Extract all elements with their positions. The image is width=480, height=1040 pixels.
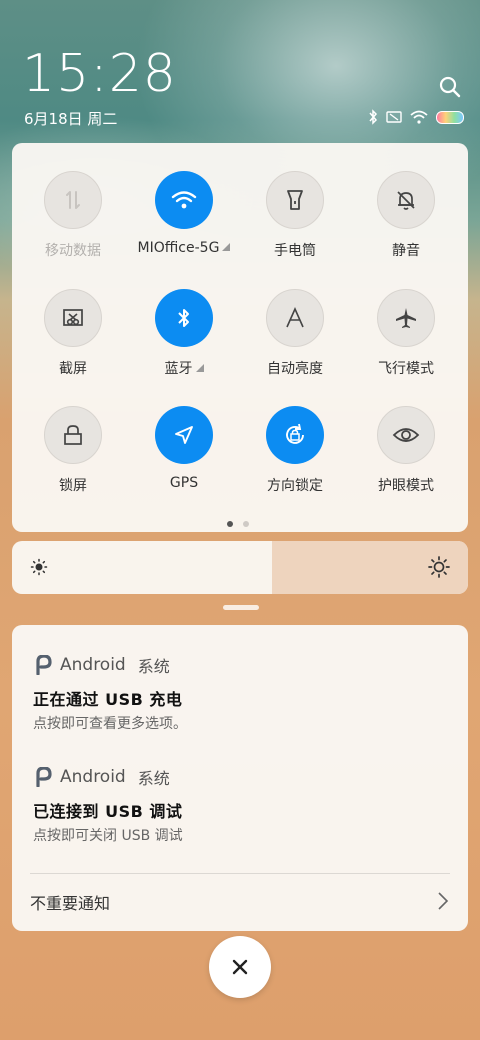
notification-title[interactable]: 已连接到 USB 调试 bbox=[33, 798, 182, 822]
tile-label: 静音 bbox=[392, 243, 420, 259]
notification-header: Android 系统 bbox=[34, 765, 170, 789]
tile-screenshot[interactable]: 截屏 bbox=[17, 289, 129, 378]
drag-handle[interactable] bbox=[223, 605, 259, 610]
location-arrow-icon bbox=[155, 406, 213, 464]
brightness-high-icon bbox=[428, 556, 450, 582]
unimportant-notifications-link[interactable]: 不重要通知 bbox=[30, 890, 110, 914]
android-app-icon bbox=[36, 767, 52, 787]
mute-bell-icon bbox=[377, 171, 435, 229]
tile-wifi[interactable]: MIOffice-5G bbox=[128, 171, 240, 256]
page-dot-active bbox=[227, 521, 233, 527]
notification-text[interactable]: 点按即可关闭 USB 调试 bbox=[33, 825, 183, 845]
airplane-icon bbox=[377, 289, 435, 347]
notification-header: Android 系统 bbox=[34, 653, 170, 677]
clock[interactable]: 15:28 bbox=[22, 44, 177, 104]
lock-icon bbox=[44, 406, 102, 464]
clear-all-button[interactable] bbox=[209, 936, 271, 998]
tile-label: 移动数据 bbox=[45, 243, 101, 259]
screenshot-icon bbox=[44, 289, 102, 347]
tile-label: MIOffice-5G bbox=[137, 240, 220, 256]
brightness-slider[interactable] bbox=[12, 541, 468, 594]
tile-label: 飞行模式 bbox=[378, 361, 434, 377]
eye-icon bbox=[377, 406, 435, 464]
no-sim-icon bbox=[386, 111, 402, 123]
system-icons bbox=[368, 108, 464, 126]
bluetooth-icon bbox=[155, 289, 213, 347]
quick-settings-panel: 移动数据 MIOffice-5G 手电筒 静音 截屏 蓝牙 自动亮度 飞行模式 … bbox=[12, 143, 468, 532]
notification-app-name: Android bbox=[60, 767, 126, 787]
notification-text[interactable]: 点按即可查看更多选项。 bbox=[33, 713, 187, 733]
tile-flashlight[interactable]: 手电筒 bbox=[239, 171, 351, 260]
bluetooth-status-icon bbox=[369, 109, 378, 125]
tile-label: 截屏 bbox=[59, 361, 87, 377]
tile-label: GPS bbox=[169, 475, 199, 491]
tile-label: 手电筒 bbox=[274, 243, 316, 259]
mobile-data-icon bbox=[44, 171, 102, 229]
page-indicator bbox=[227, 521, 249, 527]
tile-rotation-lock[interactable]: 方向锁定 bbox=[239, 406, 351, 495]
tile-label: 蓝牙 bbox=[164, 361, 193, 377]
close-icon bbox=[232, 959, 248, 975]
wifi-status-icon bbox=[410, 110, 428, 124]
notification-source: 系统 bbox=[137, 657, 170, 676]
tile-label: 自动亮度 bbox=[267, 361, 323, 377]
tile-label: 护眼模式 bbox=[378, 478, 434, 494]
expand-triangle-icon[interactable] bbox=[222, 243, 231, 251]
tile-label: 方向锁定 bbox=[267, 478, 323, 494]
rotation-lock-icon bbox=[266, 406, 324, 464]
notification-panel: Android 系统 正在通过 USB 充电 点按即可查看更多选项。 Andro… bbox=[12, 625, 468, 931]
expand-triangle-icon[interactable] bbox=[195, 364, 204, 372]
tile-lock-screen[interactable]: 锁屏 bbox=[17, 406, 129, 495]
brightness-low-icon bbox=[30, 558, 48, 580]
tile-eye-care[interactable]: 护眼模式 bbox=[350, 406, 462, 495]
chevron-right-icon[interactable] bbox=[437, 891, 449, 915]
divider bbox=[30, 873, 450, 874]
wifi-icon bbox=[155, 171, 213, 229]
flashlight-icon bbox=[266, 171, 324, 229]
tile-mobile-data[interactable]: 移动数据 bbox=[17, 171, 129, 260]
android-app-icon bbox=[36, 655, 52, 675]
page-dot bbox=[243, 521, 249, 527]
date[interactable]: 6月18日 周二 bbox=[24, 108, 117, 129]
search-icon[interactable] bbox=[437, 74, 463, 100]
tile-auto-brightness[interactable]: 自动亮度 bbox=[239, 289, 351, 378]
tile-airplane[interactable]: 飞行模式 bbox=[350, 289, 462, 378]
notification-app-name: Android bbox=[60, 655, 126, 675]
auto-brightness-icon bbox=[266, 289, 324, 347]
notification-source: 系统 bbox=[137, 769, 170, 788]
battery-icon bbox=[436, 110, 464, 124]
tile-bluetooth[interactable]: 蓝牙 bbox=[128, 289, 240, 378]
notification-title[interactable]: 正在通过 USB 充电 bbox=[33, 686, 182, 710]
tile-label: 锁屏 bbox=[59, 478, 87, 494]
tile-mute[interactable]: 静音 bbox=[350, 171, 462, 260]
status-bar: 15:28 6月18日 周二 bbox=[0, 0, 480, 140]
tile-gps[interactable]: GPS bbox=[128, 406, 240, 491]
